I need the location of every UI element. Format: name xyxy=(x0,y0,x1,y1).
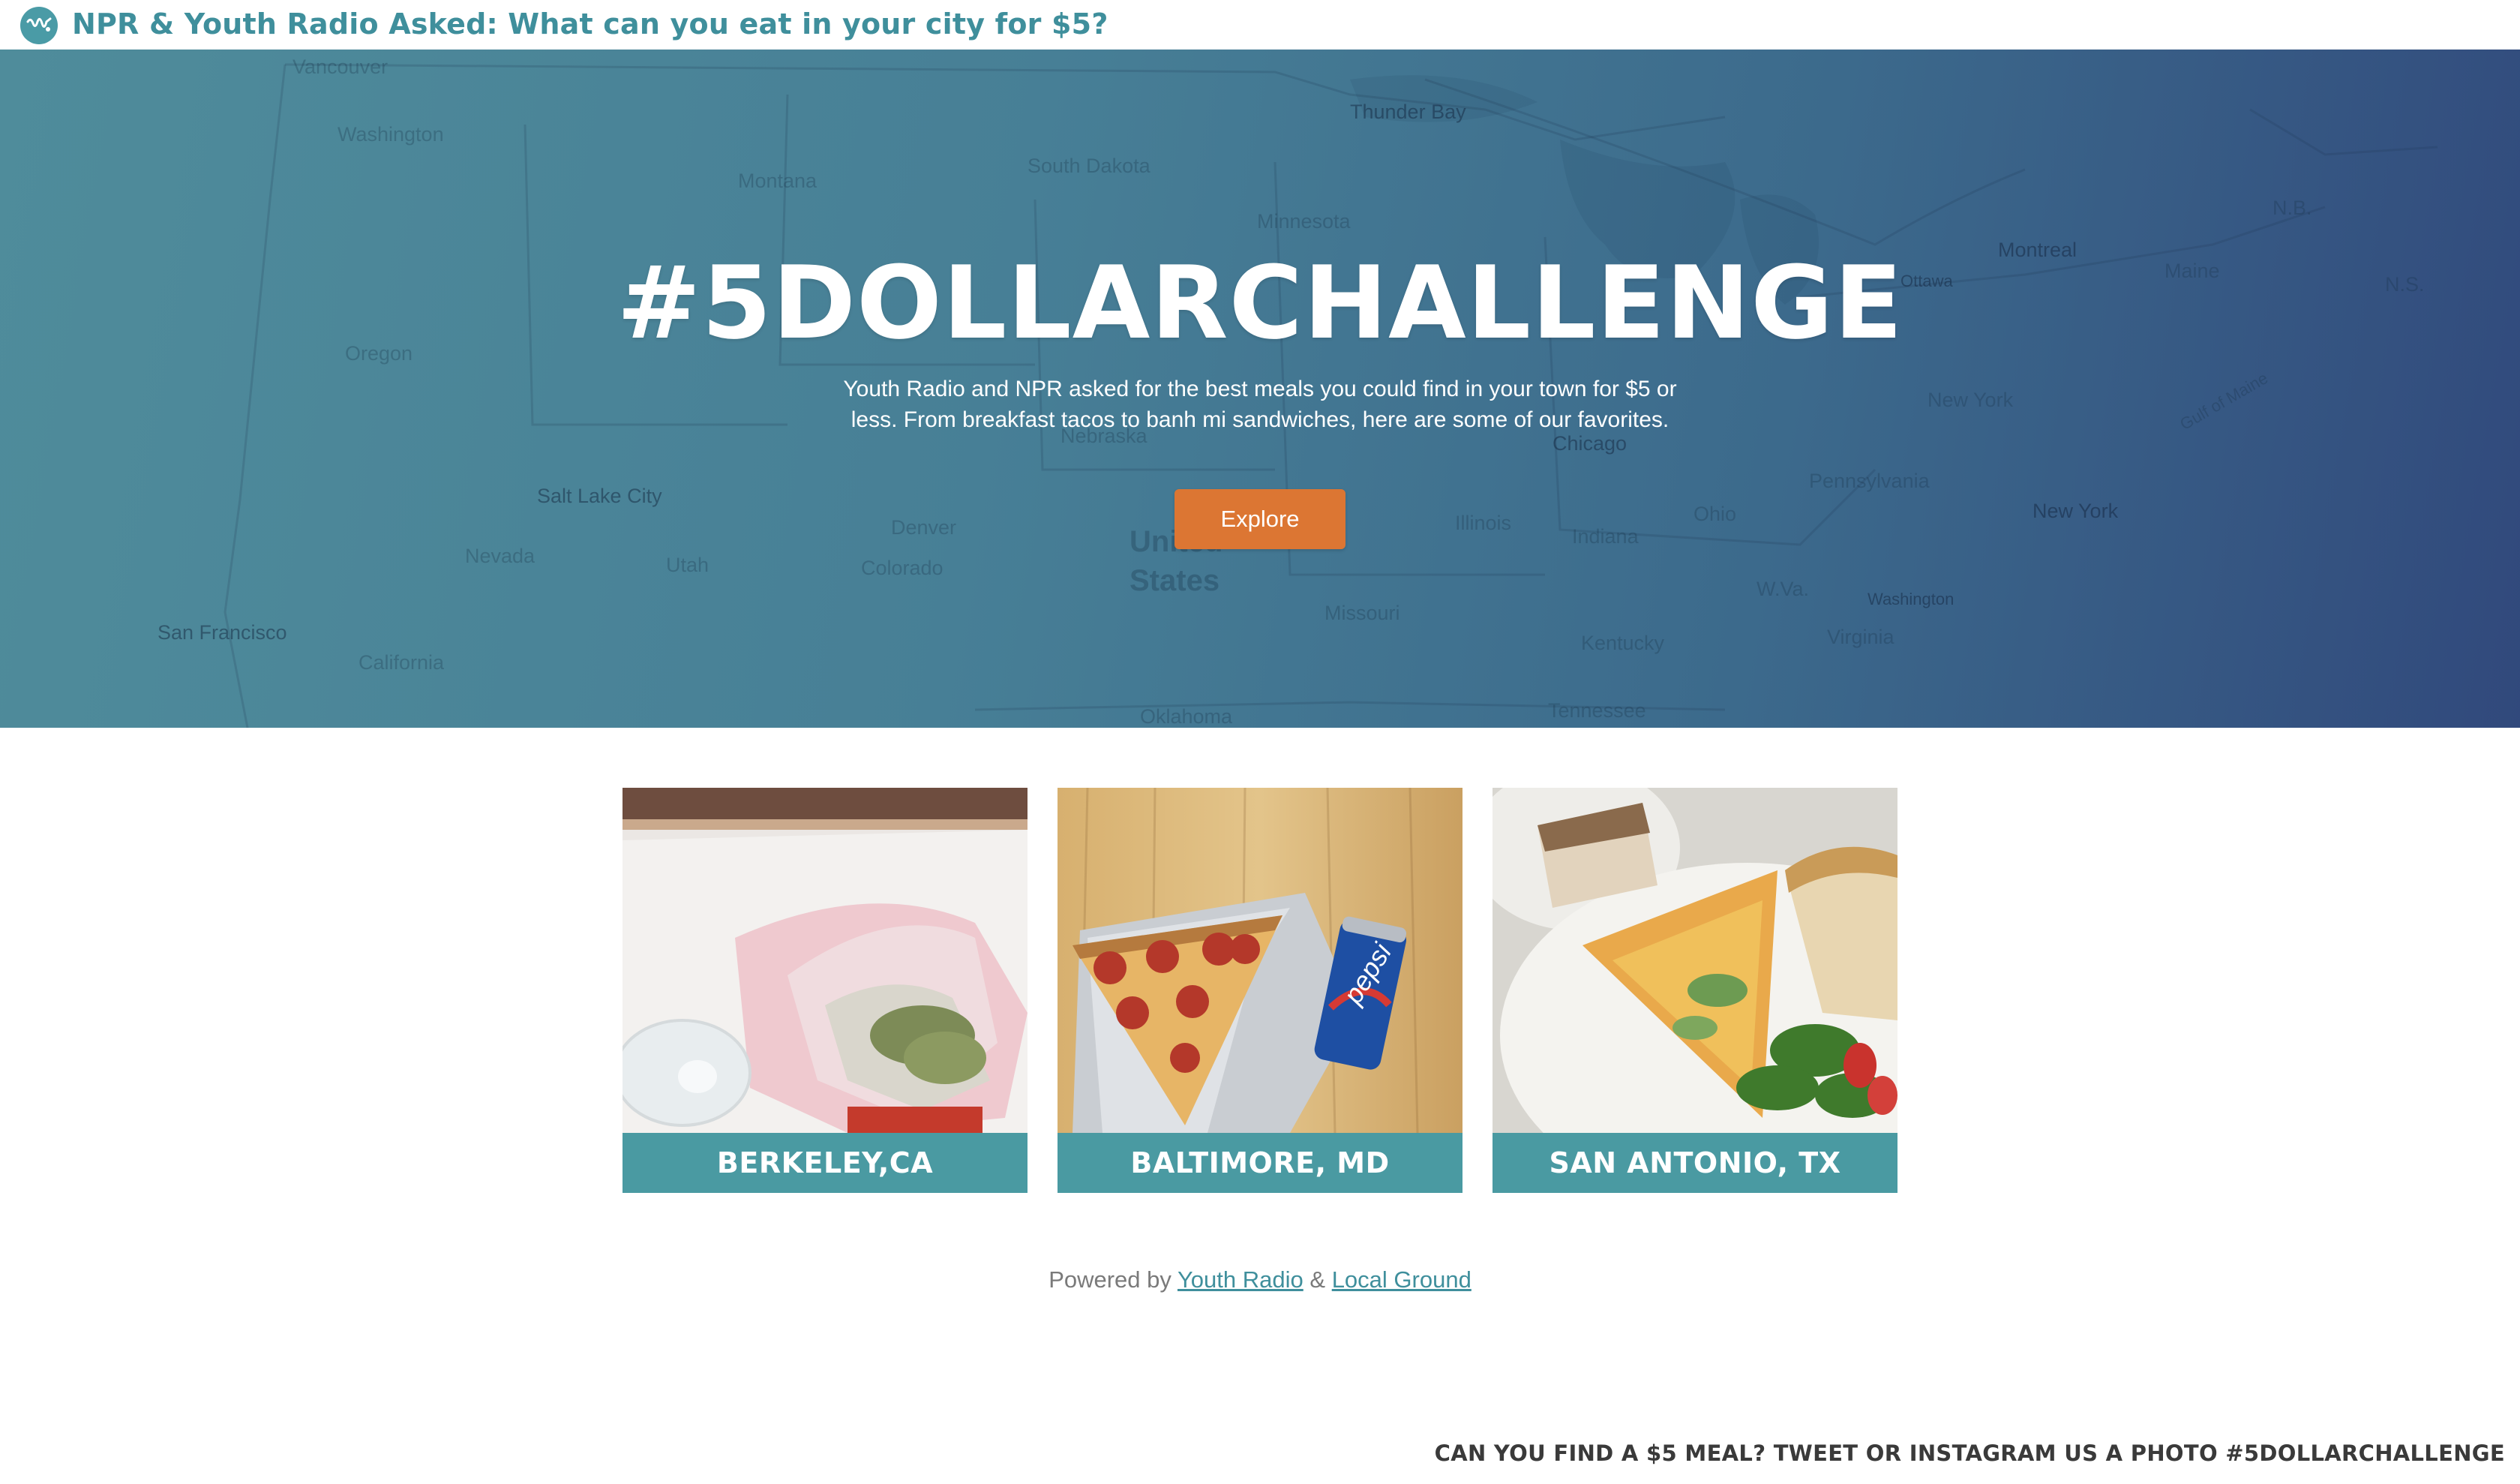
logo-glyph xyxy=(26,17,52,32)
hero-description: Youth Radio and NPR asked for the best m… xyxy=(843,377,1677,432)
city-caption: BERKELEY,CA xyxy=(622,1133,1028,1193)
site-title[interactable]: NPR & Youth Radio Asked: What can you ea… xyxy=(72,8,1108,41)
city-card-san-antonio[interactable]: SAN ANTONIO, TX xyxy=(1492,788,1898,1193)
city-card-berkeley[interactable]: BERKELEY,CA xyxy=(622,788,1028,1193)
map-label: Illinois xyxy=(1455,512,1512,534)
burrito-photo xyxy=(622,788,1028,1133)
pizza-and-pepsi-photo: pepsi xyxy=(1058,788,1462,1133)
powered-by-prefix: Powered by xyxy=(1048,1266,1172,1293)
map-label: Thunder Bay xyxy=(1350,101,1466,123)
map-label: Missouri xyxy=(1324,602,1400,624)
map-label: N.B. xyxy=(2272,197,2312,219)
map-label: States xyxy=(1130,564,1220,597)
map-label: W.Va. xyxy=(1756,578,1810,600)
map-label: New York xyxy=(2032,500,2119,522)
map-label: California xyxy=(358,651,445,674)
map-label: Virginia xyxy=(1827,626,1894,648)
map-label: Minnesota xyxy=(1257,210,1351,233)
map-label: Montana xyxy=(738,170,818,192)
hero-title: #5DOLLARCHALLENGE xyxy=(616,245,1904,362)
map-label: Tennessee xyxy=(1548,699,1646,722)
map-label: Washington xyxy=(1868,590,1954,608)
map-label: Nevada xyxy=(465,545,536,567)
map-label: South Dakota xyxy=(1028,155,1150,177)
city-cards: BERKELEY,CA pepsi BALTIMORE, MD SAN ANTO… xyxy=(622,788,1898,1193)
map-label: San Francisco xyxy=(158,621,287,644)
city-caption: SAN ANTONIO, TX xyxy=(1492,1133,1898,1193)
map-label: Oklahoma xyxy=(1140,705,1233,728)
map-label: Denver xyxy=(891,516,957,539)
local-ground-link[interactable]: Local Ground xyxy=(1332,1266,1472,1293)
map-label: Chicago xyxy=(1552,432,1628,455)
city-caption: BALTIMORE, MD xyxy=(1058,1133,1462,1193)
quiche-plate-photo xyxy=(1492,788,1898,1133)
map-label: Utah xyxy=(666,554,710,576)
youth-radio-logo-icon[interactable] xyxy=(20,7,58,44)
map-label: Colorado xyxy=(861,557,944,579)
youth-radio-link[interactable]: Youth Radio xyxy=(1178,1266,1304,1293)
map-label: Kentucky xyxy=(1581,632,1665,654)
map-label: Washington xyxy=(338,123,444,146)
powered-by: Powered by Youth Radio & Local Ground xyxy=(0,1266,2520,1293)
map-label: Salt Lake City xyxy=(537,485,662,507)
city-card-baltimore[interactable]: pepsi BALTIMORE, MD xyxy=(1058,788,1462,1193)
map-label: Pennsylvania xyxy=(1809,470,1930,492)
map-label: Ohio xyxy=(1694,503,1737,525)
ampersand: & xyxy=(1310,1266,1326,1293)
call-to-action: CAN YOU FIND A $5 MEAL? TWEET OR INSTAGR… xyxy=(1434,1440,2505,1466)
map-label: New York xyxy=(1928,389,2014,411)
map-label: Indiana xyxy=(1572,525,1639,548)
map-label: Vancouver xyxy=(292,56,388,78)
explore-button[interactable]: Explore xyxy=(1174,489,1346,549)
hero-banner: Vancouver Washington Thunder Bay Montrea… xyxy=(0,50,2520,728)
top-bar: NPR & Youth Radio Asked: What can you ea… xyxy=(0,0,2520,50)
